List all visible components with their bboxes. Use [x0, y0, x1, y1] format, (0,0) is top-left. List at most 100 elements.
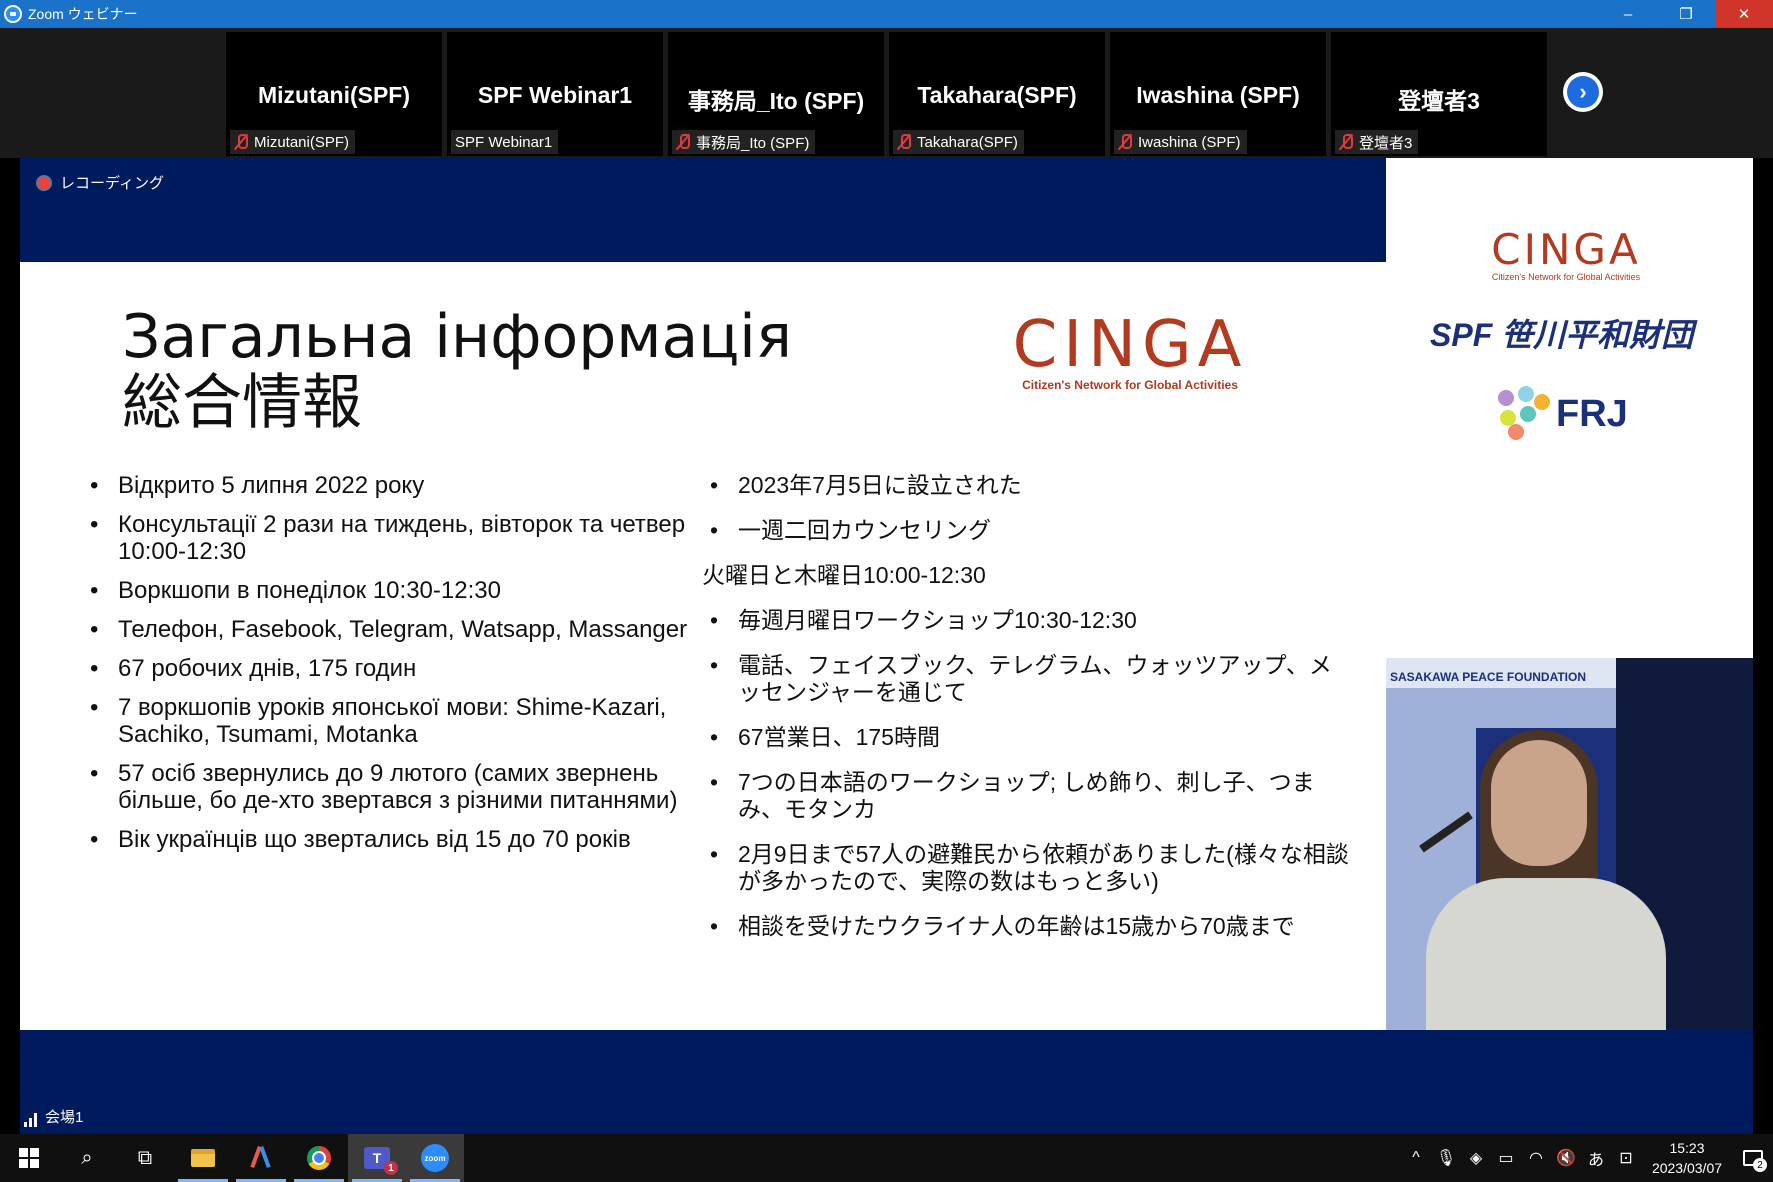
clock[interactable]: 15:23 2023/03/07 — [1641, 1138, 1733, 1178]
recording-dot-icon — [38, 176, 50, 189]
participant-tile[interactable]: SPF Webinar1 SPF Webinar1 — [447, 32, 663, 156]
teams-letter: T — [372, 1150, 382, 1166]
list-item: 7つの日本語のワークショップ; しめ飾り、刺し子、つまみ、モタンカ — [710, 769, 1350, 823]
restore-button[interactable]: ❐ — [1657, 0, 1715, 28]
frj-logo-text: FRJ — [1556, 392, 1628, 435]
cinga-logo-small-sub: Citizen's Network for Global Activities — [1491, 272, 1641, 282]
speaker-avatar — [1491, 740, 1587, 866]
notification-center-button[interactable]: 2 — [1733, 1134, 1773, 1182]
list-item-plain: 火曜日と木曜日10:00-12:30 — [702, 562, 986, 588]
mic-muted-icon — [1118, 134, 1132, 150]
windows-logo-icon — [19, 1148, 39, 1168]
slide-left-column: Відкрито 5 липня 2022 року Консультації … — [90, 472, 690, 853]
teams-badge: 1 — [384, 1161, 398, 1175]
frj-logo: FRJ — [1496, 386, 1628, 442]
participant-label-text: 登壇者3 — [1359, 134, 1413, 152]
participant-label: 登壇者3 — [1335, 130, 1419, 154]
video-banner: SASAKAWA PEACE FOUNDATION — [1386, 658, 1616, 688]
participant-label-text: SPF Webinar1 — [455, 133, 553, 151]
list-item: 2月9日まで57人の避難民から依頼がありました(様々な相談が多かったので、実際の… — [710, 841, 1350, 895]
teams-icon: T1 — [364, 1147, 398, 1175]
microphone-tray-icon[interactable]: 🎙 — [1431, 1134, 1461, 1182]
cinga-logo-text: CINGA — [1012, 308, 1248, 382]
list-item: 一週二回カウンセリング — [710, 517, 1350, 544]
participant-tile[interactable]: Iwashina (SPF) Iwashina (SPF) — [1110, 32, 1326, 156]
participant-strip: Mizutani(SPF) Mizutani(SPF) SPF Webinar1… — [0, 28, 1773, 158]
participant-name: 事務局_Ito (SPF) — [687, 88, 865, 114]
mic-muted-icon — [897, 134, 911, 150]
cinga-logo-sub: Citizen's Network for Global Activities — [1022, 378, 1238, 392]
mic-muted-icon — [676, 134, 690, 150]
volume-muted-icon[interactable]: 🔇 — [1551, 1134, 1581, 1182]
list-item: Відкрито 5 липня 2022 року — [90, 472, 690, 499]
task-view-button[interactable]: ⧉ — [116, 1134, 174, 1182]
participant-tile[interactable]: Takahara(SPF) Takahara(SPF) — [889, 32, 1105, 156]
clock-date: 2023/03/07 — [1651, 1160, 1723, 1176]
input-mode-icon[interactable]: ⊡ — [1611, 1134, 1641, 1182]
window-titlebar: Zoom ウェビナー – ❐ ✕ — [0, 0, 1773, 28]
cinga-logo-small: CINGA Citizen's Network for Global Activ… — [1486, 228, 1646, 283]
participant-label-text: Takahara(SPF) — [917, 133, 1018, 151]
slide-right-column: 2023年7月5日に設立された 一週二回カウンセリング 火曜日と木曜日10:00… — [702, 472, 1350, 940]
participant-name: Takahara(SPF) — [917, 82, 1077, 108]
list-item: 57 осіб звернулись до 9 лютого (самих зв… — [90, 760, 690, 814]
list-item: 7 воркшопів уроків японської мови: Shime… — [90, 694, 690, 748]
minimize-button[interactable]: – — [1599, 0, 1657, 28]
participant-tile[interactable]: 事務局_Ito (SPF) 事務局_Ito (SPF) — [668, 32, 884, 156]
task-view-icon: ⧉ — [137, 1146, 153, 1169]
window-title: Zoom ウェビナー — [28, 6, 138, 22]
windows-taskbar: ⌕ ⧉ T1 zoom ^ 🎙 ◈ ▭ ◠ 🔇 あ ⊡ 15:23 2023/0… — [0, 1134, 1773, 1182]
slide-title-ua: Загальна інформація — [122, 302, 792, 372]
signal-bars-icon — [24, 1113, 39, 1127]
recording-indicator[interactable]: レコーディング — [38, 172, 164, 193]
notification-count: 2 — [1753, 1158, 1767, 1172]
participant-name: 登壇者3 — [1398, 88, 1480, 114]
participant-name: SPF Webinar1 — [477, 82, 633, 108]
scissors-icon — [250, 1146, 272, 1170]
participant-tile[interactable]: 登壇者3 登壇者3 — [1331, 32, 1547, 156]
participant-label: 事務局_Ito (SPF) — [672, 130, 816, 154]
presentation-slide: Загальна інформація 総合情報 CINGA Citizen's… — [20, 262, 1386, 1030]
chrome-button[interactable] — [290, 1134, 348, 1182]
list-item: 67 робочих днів, 175 годин — [90, 655, 690, 682]
chrome-icon — [307, 1146, 331, 1170]
search-icon: ⌕ — [81, 1146, 93, 1169]
participant-label-text: 事務局_Ito (SPF) — [696, 134, 810, 152]
battery-icon[interactable]: ▭ — [1491, 1134, 1521, 1182]
search-button[interactable]: ⌕ — [58, 1134, 116, 1182]
participant-tile[interactable]: Mizutani(SPF) Mizutani(SPF) — [226, 32, 442, 156]
list-item: 相談を受けたウクライナ人の年齢は15歳から70歳まで — [710, 913, 1350, 940]
frj-dots-icon — [1496, 386, 1552, 442]
next-participants-button[interactable]: › — [1563, 72, 1603, 112]
spf-logo: SPF 笹川平和財団 — [1430, 317, 1694, 353]
speaker-video[interactable]: SASAKAWA PEACE FOUNDATION — [1386, 658, 1753, 1030]
list-item: 2023年7月5日に設立された — [710, 472, 1350, 499]
recording-label: レコーディング — [60, 175, 164, 192]
security-tray-icon[interactable]: ◈ — [1461, 1134, 1491, 1182]
participant-name: Iwashina (SPF) — [1136, 82, 1300, 108]
list-item: Телефон, Fasebook, Telegram, Watsapp, Ma… — [90, 616, 690, 643]
file-explorer-button[interactable] — [174, 1134, 232, 1182]
snipping-tool-button[interactable] — [232, 1134, 290, 1182]
slide-title-jp: 総合情報 — [122, 368, 362, 438]
participant-name: Mizutani(SPF) — [257, 82, 411, 108]
system-tray: ^ 🎙 ◈ ▭ ◠ 🔇 あ ⊡ 15:23 2023/03/07 2 — [1401, 1134, 1773, 1182]
network-status: 会場1 — [24, 1106, 83, 1127]
teams-button[interactable]: T1 — [348, 1134, 406, 1182]
window-controls: – ❐ ✕ — [1599, 0, 1773, 28]
mic-muted-icon — [234, 134, 248, 150]
participant-label: SPF Webinar1 — [451, 130, 559, 154]
start-button[interactable] — [0, 1134, 58, 1182]
participant-label: Iwashina (SPF) — [1114, 130, 1247, 154]
ime-indicator[interactable]: あ — [1581, 1134, 1611, 1182]
zoom-app-icon — [4, 5, 22, 23]
clock-time: 15:23 — [1669, 1140, 1705, 1156]
wifi-icon[interactable]: ◠ — [1521, 1134, 1551, 1182]
slide-title: Загальна інформація 総合情報 — [122, 304, 792, 436]
zoom-taskbar-button[interactable]: zoom — [406, 1134, 464, 1182]
zoom-icon: zoom — [421, 1144, 449, 1172]
cinga-logo: CINGA Citizen's Network for Global Activ… — [1010, 312, 1250, 392]
list-item: 毎週月曜日ワークショップ10:30-12:30 — [710, 607, 1350, 634]
show-hidden-icons-button[interactable]: ^ — [1401, 1134, 1431, 1182]
close-button[interactable]: ✕ — [1715, 0, 1773, 28]
